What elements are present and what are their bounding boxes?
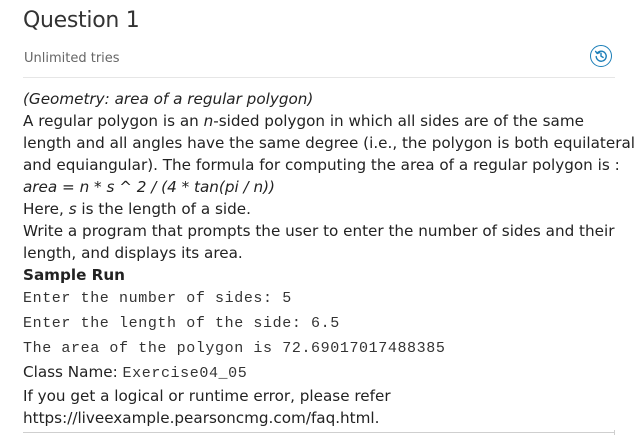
sample-run-line: The area of the polygon is 72.6901701748… — [23, 340, 446, 357]
side-definition: Here, s is the length of a side. — [23, 198, 619, 220]
history-button[interactable] — [590, 45, 612, 67]
area-formula: area = n * s ^ 2 / (4 * tan(pi / n)) — [23, 178, 275, 196]
here-text-b: is the length of a side. — [76, 200, 251, 218]
error-help-link[interactable]: https://liveexample.pearsoncmg.com/faq.h… — [23, 407, 619, 429]
problem-paragraph-line-1: A regular polygon is an n-sided polygon … — [23, 110, 619, 132]
class-name-label: Class Name: — [23, 363, 123, 381]
instructions-line-2: length, and displays its area. — [23, 244, 243, 262]
p1-text-a: A regular polygon is an — [23, 112, 204, 130]
sample-run-line: Enter the number of sides: 5 — [23, 290, 292, 307]
problem-subtitle: (Geometry: area of a regular polygon) — [23, 90, 314, 108]
error-help-line-1: If you get a logical or runtime error, p… — [23, 387, 391, 405]
sample-run-line: Enter the length of the side: 6.5 — [23, 315, 340, 332]
sample-run-heading: Sample Run — [23, 266, 125, 284]
problem-content: (Geometry: area of a regular polygon) A … — [23, 88, 635, 429]
tries-label: Unlimited tries — [24, 51, 120, 66]
class-name-value: Exercise04_05 — [122, 365, 248, 382]
problem-paragraph-line-3: and equiangular). The formula for comput… — [23, 156, 620, 174]
class-name-line: Class Name: Exercise04_05 — [23, 361, 619, 385]
here-s-var: s — [68, 200, 77, 218]
p1-n-var: n — [203, 112, 214, 130]
answer-area-edge — [614, 430, 615, 435]
here-text-a: Here, — [23, 200, 69, 218]
history-icon — [594, 50, 607, 62]
instructions-line-1: Write a program that prompts the user to… — [23, 222, 615, 240]
problem-paragraph-line-2: length and all angles have the same degr… — [23, 134, 635, 152]
p1-text-b: -sided polygon in which all sides are of… — [213, 112, 584, 130]
header-divider — [23, 77, 615, 78]
answer-area-border — [23, 432, 615, 433]
question-title: Question 1 — [23, 8, 140, 33]
